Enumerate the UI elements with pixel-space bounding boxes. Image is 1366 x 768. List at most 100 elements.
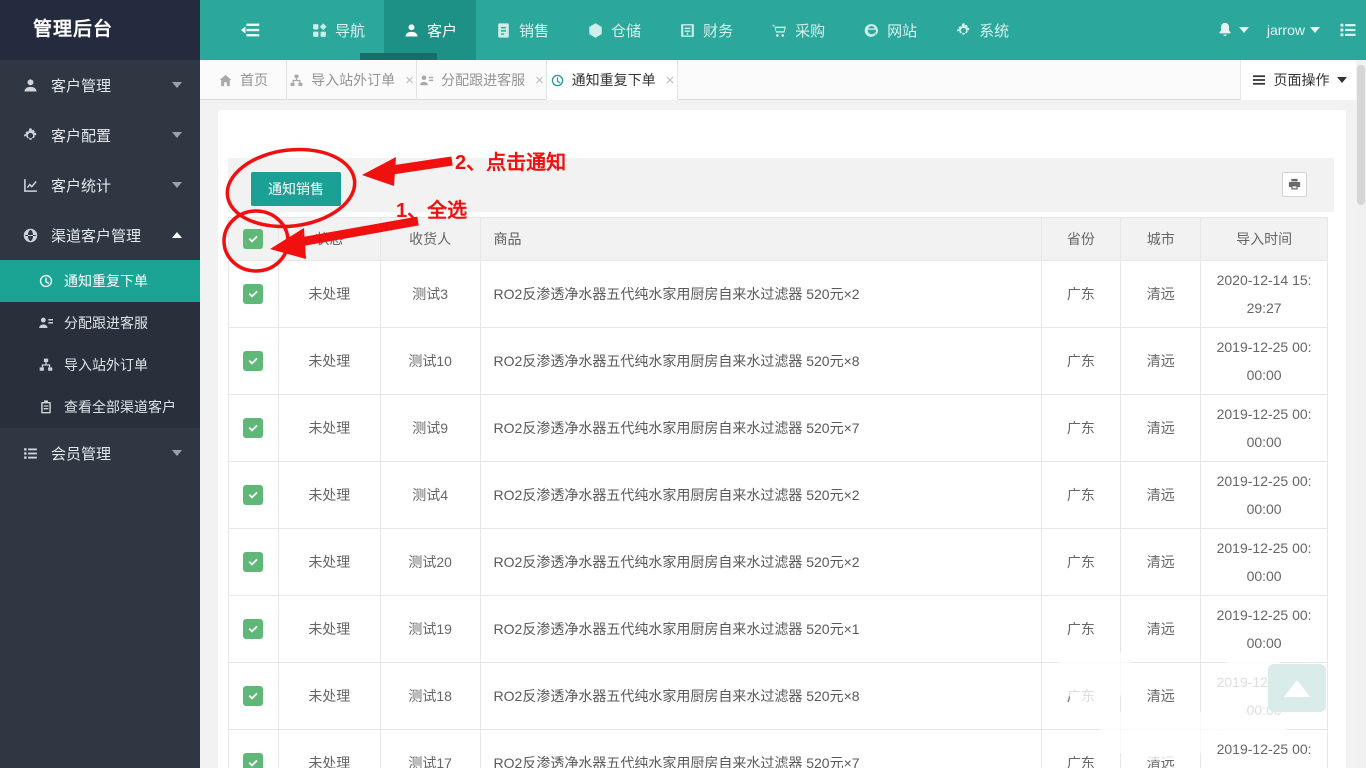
hexagon-icon (587, 22, 604, 39)
chevron-down-icon (172, 132, 182, 138)
tab-import-external-orders[interactable]: 导入站外订单 × (287, 60, 417, 100)
check-icon (246, 488, 260, 502)
product-cell: RO2反渗透净水器五代纯水家用厨房自来水过滤器 520元×2 (481, 462, 1042, 528)
province-cell: 广东 (1042, 462, 1122, 528)
province-cell: 广东 (1042, 328, 1122, 394)
row-checkbox[interactable] (243, 753, 264, 768)
sidebar-item-channel-customer-management[interactable]: 渠道客户管理 (0, 210, 200, 260)
chevron-down-icon (172, 450, 182, 456)
receiver-cell: 测试17 (381, 730, 481, 768)
scrollbar-thumb[interactable] (1357, 65, 1365, 205)
scrollbar[interactable] (1356, 60, 1366, 768)
globe-icon (22, 227, 39, 244)
orders-table: 状态 收货人 商品 省份 城市 导入时间 未处理 测试3 RO2反渗透净水器五代… (228, 217, 1328, 768)
receiver-cell: 测试10 (381, 328, 481, 394)
notifications-dropdown[interactable] (1216, 21, 1249, 39)
tab-assign-followup-service[interactable]: 分配跟进客服 × (417, 60, 547, 100)
sidebar-item-customer-management[interactable]: 客户管理 (0, 60, 200, 110)
close-icon[interactable]: × (666, 72, 675, 89)
table-toolbar: 通知销售 (228, 158, 1334, 212)
header-import-time: 导入时间 (1236, 231, 1293, 247)
row-checkbox[interactable] (243, 686, 264, 706)
city-cell: 清远 (1121, 663, 1202, 729)
check-icon (246, 421, 260, 435)
tab-notify-repeat-order[interactable]: 通知重复下单 × (547, 60, 678, 100)
product-cell: RO2反渗透净水器五代纯水家用厨房自来水过滤器 520元×1 (481, 596, 1042, 662)
nav-item-system[interactable]: 系统 (936, 0, 1028, 60)
username: jarrow (1266, 22, 1305, 38)
gear-icon (22, 127, 39, 144)
table-row: 未处理 测试4 RO2反渗透净水器五代纯水家用厨房自来水过滤器 520元×2 广… (229, 462, 1327, 529)
nav-item-website[interactable]: 网站 (844, 0, 936, 60)
back-to-top-button[interactable] (1268, 664, 1326, 712)
import-time-cell: 2020-12-14 15:29:27 (1216, 272, 1312, 316)
sidebar-item-customer-stats[interactable]: 客户统计 (0, 160, 200, 210)
receiver-cell: 测试4 (381, 462, 481, 528)
status-cell: 未处理 (279, 462, 381, 528)
bell-icon (1216, 21, 1234, 39)
sidebar: 客户管理 客户配置 客户统计 渠道客户管理 通知重复下单 分配跟进客服 导入站外… (0, 60, 200, 768)
row-checkbox[interactable] (243, 284, 264, 304)
sidebar-collapse-button[interactable] (228, 0, 274, 60)
navbar-right: jarrow (1216, 0, 1358, 60)
row-checkbox[interactable] (243, 351, 264, 371)
city-cell: 清远 (1121, 261, 1202, 327)
sidebar-item-member-management[interactable]: 会员管理 (0, 428, 200, 478)
row-checkbox[interactable] (243, 552, 264, 572)
chevron-down-icon (1336, 77, 1347, 83)
sidebar-item-notify-repeat-order[interactable]: 通知重复下单 (0, 260, 200, 302)
tab-home[interactable]: 首页 (200, 60, 287, 100)
row-checkbox[interactable] (243, 418, 264, 438)
city-cell: 清远 (1121, 529, 1202, 595)
sidebar-item-assign-followup-service[interactable]: 分配跟进客服 (0, 302, 200, 344)
row-checkbox[interactable] (243, 485, 264, 505)
header-receiver: 收货人 (381, 218, 481, 260)
nav-item-warehouse[interactable]: 仓储 (568, 0, 660, 60)
nav-item-finance[interactable]: 财务 (660, 0, 752, 60)
top-navbar: 管理后台 导航 客户 销售 仓储 财务 采购 网站 系统 jarrow (0, 0, 1366, 60)
product-cell: RO2反渗透净水器五代纯水家用厨房自来水过滤器 520元×7 (481, 730, 1042, 768)
sitemap-icon (38, 357, 54, 373)
print-button[interactable] (1282, 172, 1307, 197)
header-city: 城市 (1121, 218, 1202, 260)
province-cell: 广东 (1042, 663, 1122, 729)
status-cell: 未处理 (279, 328, 381, 394)
user-dropdown[interactable]: jarrow (1267, 22, 1320, 38)
more-menu-button[interactable] (1338, 20, 1358, 40)
printer-icon (1287, 177, 1302, 192)
ledger-icon (679, 22, 696, 39)
city-cell: 清远 (1121, 730, 1202, 768)
chevron-down-icon (1310, 27, 1320, 33)
notify-sales-button[interactable]: 通知销售 (251, 172, 341, 206)
nav-item-purchase[interactable]: 采购 (752, 0, 844, 60)
nav-item-navigation[interactable]: 导航 (292, 0, 384, 60)
header-product: 商品 (481, 218, 1042, 260)
close-icon[interactable]: × (405, 72, 414, 89)
gear-icon (955, 22, 972, 39)
page-actions-button[interactable]: 页面操作 (1240, 60, 1356, 100)
province-cell: 广东 (1042, 395, 1122, 461)
product-cell: RO2反渗透净水器五代纯水家用厨房自来水过滤器 520元×8 (481, 328, 1042, 394)
table-row: 未处理 测试17 RO2反渗透净水器五代纯水家用厨房自来水过滤器 520元×7 … (229, 730, 1327, 768)
navbar-menu: 导航 客户 销售 仓储 财务 采购 网站 系统 (292, 0, 1028, 60)
city-cell: 清远 (1121, 328, 1202, 394)
arrow-up-icon (1284, 679, 1310, 697)
sidebar-item-import-external-orders[interactable]: 导入站外订单 (0, 344, 200, 386)
nav-item-customer[interactable]: 客户 (384, 0, 477, 60)
check-icon (246, 287, 260, 301)
product-cell: RO2反渗透净水器五代纯水家用厨房自来水过滤器 520元×2 (481, 529, 1042, 595)
city-cell: 清远 (1121, 596, 1202, 662)
table-row: 未处理 测试3 RO2反渗透净水器五代纯水家用厨房自来水过滤器 520元×2 广… (229, 261, 1327, 328)
user-lines-icon (38, 315, 54, 331)
table-row: 未处理 测试9 RO2反渗透净水器五代纯水家用厨房自来水过滤器 520元×7 广… (229, 395, 1327, 462)
sidebar-item-view-all-channel-customers[interactable]: 查看全部渠道客户 (0, 386, 200, 428)
sidebar-item-customer-config[interactable]: 客户配置 (0, 110, 200, 160)
nav-item-sales[interactable]: 销售 (476, 0, 568, 60)
list-icon (22, 445, 39, 462)
chevron-up-icon (172, 232, 182, 238)
close-icon[interactable]: × (535, 72, 544, 89)
select-all-checkbox[interactable] (243, 229, 264, 249)
import-time-cell: 2019-12-25 00:00:00 (1216, 339, 1312, 383)
row-checkbox[interactable] (243, 619, 264, 639)
list-icon (1338, 20, 1358, 40)
